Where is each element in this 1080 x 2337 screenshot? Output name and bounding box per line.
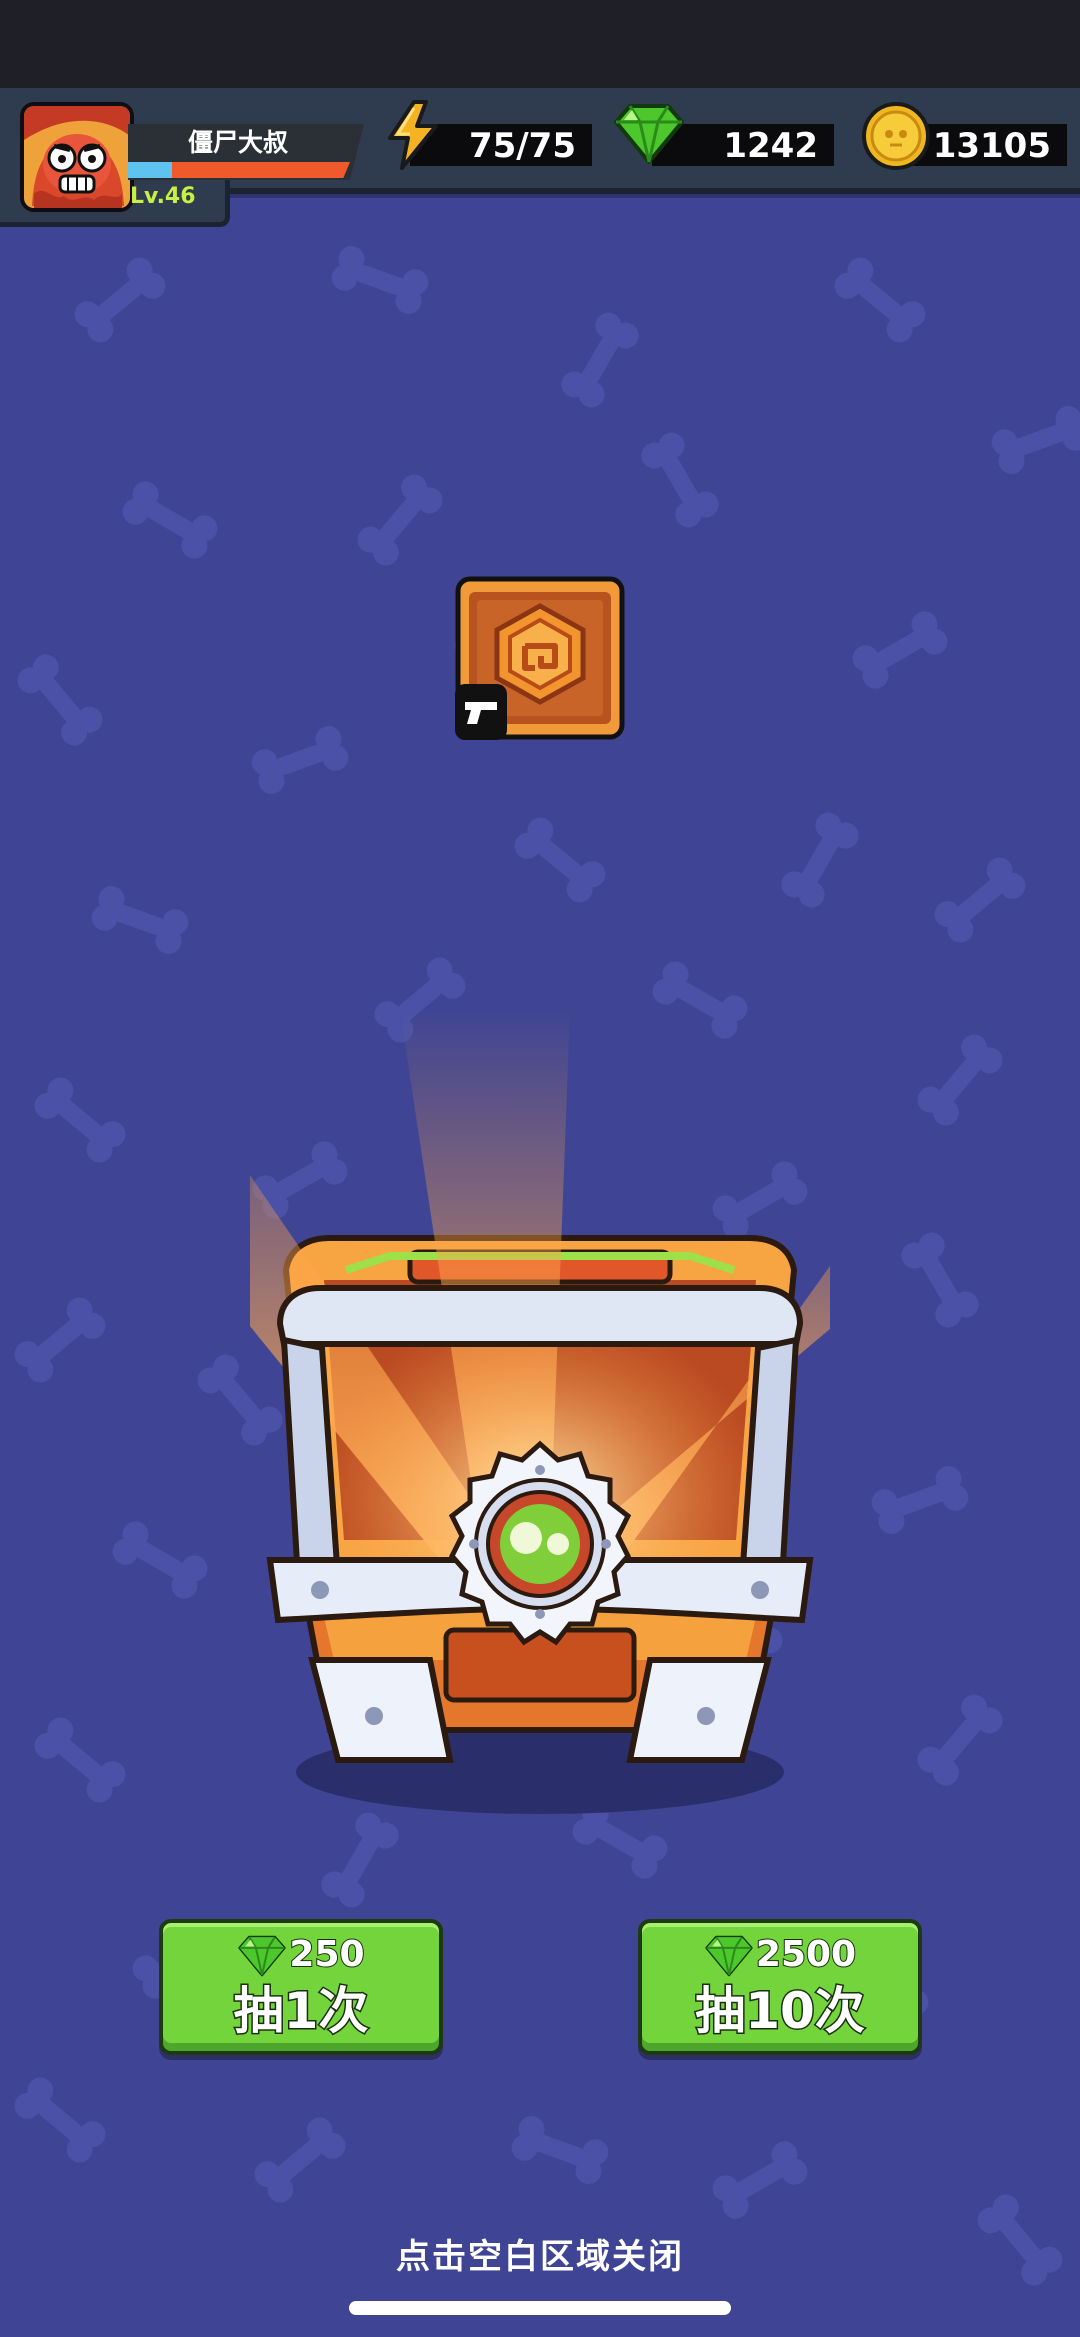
xp-bar-fill [128,162,173,178]
skull-coin-icon [862,102,930,170]
bone-decoration [327,242,433,318]
status-bar [0,0,1080,88]
draw-1-button[interactable]: 250 抽1次 [159,1919,443,2055]
bone-decoration [316,1807,404,1913]
bone-decoration [9,1292,111,1388]
draw-10-price-value: 2500 [755,1933,857,1976]
bone-decoration [556,307,644,413]
bone-decoration [9,2072,111,2168]
gun-icon [465,702,497,724]
gem-icon [614,104,684,164]
bone-decoration [987,402,1080,478]
bone-decoration [69,252,171,348]
player-avatar[interactable] [20,102,134,212]
bone-decoration [912,1029,1008,1131]
bone-decoration [29,1072,131,1168]
home-indicator[interactable] [349,2301,731,2315]
draw-1-price: 250 [163,1933,439,1977]
bone-decoration [929,852,1031,948]
bone-decoration [636,427,724,533]
gem-icon [705,1935,753,1977]
bone-decoration [249,2112,351,2208]
bone-decoration [847,606,953,694]
bone-decoration [829,252,931,348]
bone-decoration [912,1689,1008,1791]
reward-item-card[interactable] [455,576,625,740]
draw-10-button[interactable]: 2500 抽10次 [638,1919,922,2055]
bone-decoration [776,807,864,913]
bone-decoration [117,476,223,564]
bone-decoration [352,469,448,571]
zombie-avatar-icon [24,106,130,208]
player-level: Lv.46 [130,184,196,209]
draw-10-label: 抽10次 [694,1981,867,2042]
lightning-icon [388,100,438,170]
bone-decoration [509,812,611,908]
bone-decoration [87,882,193,958]
gem-icon [238,1935,287,1977]
bone-decoration [107,1516,213,1604]
draw-1-label: 抽1次 [232,1981,370,2042]
treasure-chest-icon[interactable] [250,940,830,1820]
bone-decoration [867,1462,973,1538]
bone-decoration [12,649,108,751]
close-hint-text[interactable]: 点击空白区域关闭 [0,2232,1080,2282]
bone-decoration [247,722,353,798]
draw-10-price: 2500 [642,1933,918,1977]
player-name: 僵尸大叔 [187,128,288,157]
bone-decoration [507,2112,613,2188]
bone-decoration [707,2136,813,2224]
bone-decoration [896,1227,984,1333]
bone-decoration [29,1712,131,1808]
draw-1-price-value: 250 [288,1933,365,1976]
xp-bar [128,162,350,178]
